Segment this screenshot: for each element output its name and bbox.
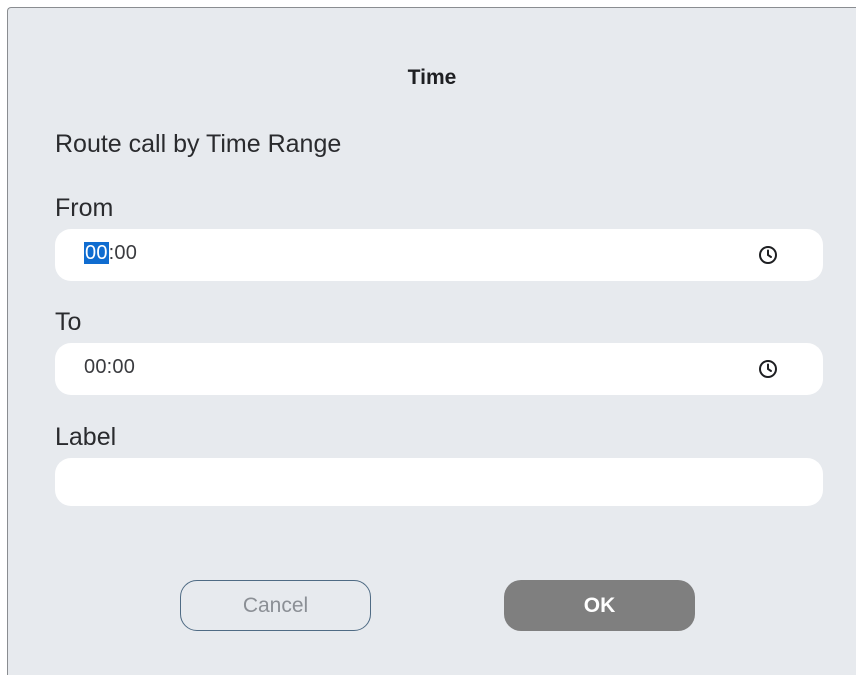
from-time-input[interactable]: 00:00	[55, 229, 823, 281]
to-label: To	[55, 308, 82, 336]
to-time-value[interactable]: 00:00	[84, 356, 135, 379]
cancel-button[interactable]: Cancel	[180, 580, 371, 631]
time-dialog: Time Route call by Time Range From 00:00…	[7, 7, 856, 675]
clock-icon[interactable]	[757, 244, 779, 266]
label-input[interactable]	[55, 458, 823, 506]
ok-button[interactable]: OK	[504, 580, 695, 631]
clock-icon[interactable]	[757, 358, 779, 380]
from-label: From	[55, 194, 114, 222]
to-time-input[interactable]: 00:00	[55, 343, 823, 395]
dialog-subtitle: Route call by Time Range	[55, 130, 342, 158]
from-hours-segment[interactable]: 00	[84, 242, 109, 264]
from-time-value[interactable]: 00:00	[84, 242, 137, 265]
label-field-label: Label	[55, 423, 117, 451]
dialog-title: Time	[407, 66, 457, 89]
from-minutes-segment[interactable]: 00	[114, 242, 137, 264]
